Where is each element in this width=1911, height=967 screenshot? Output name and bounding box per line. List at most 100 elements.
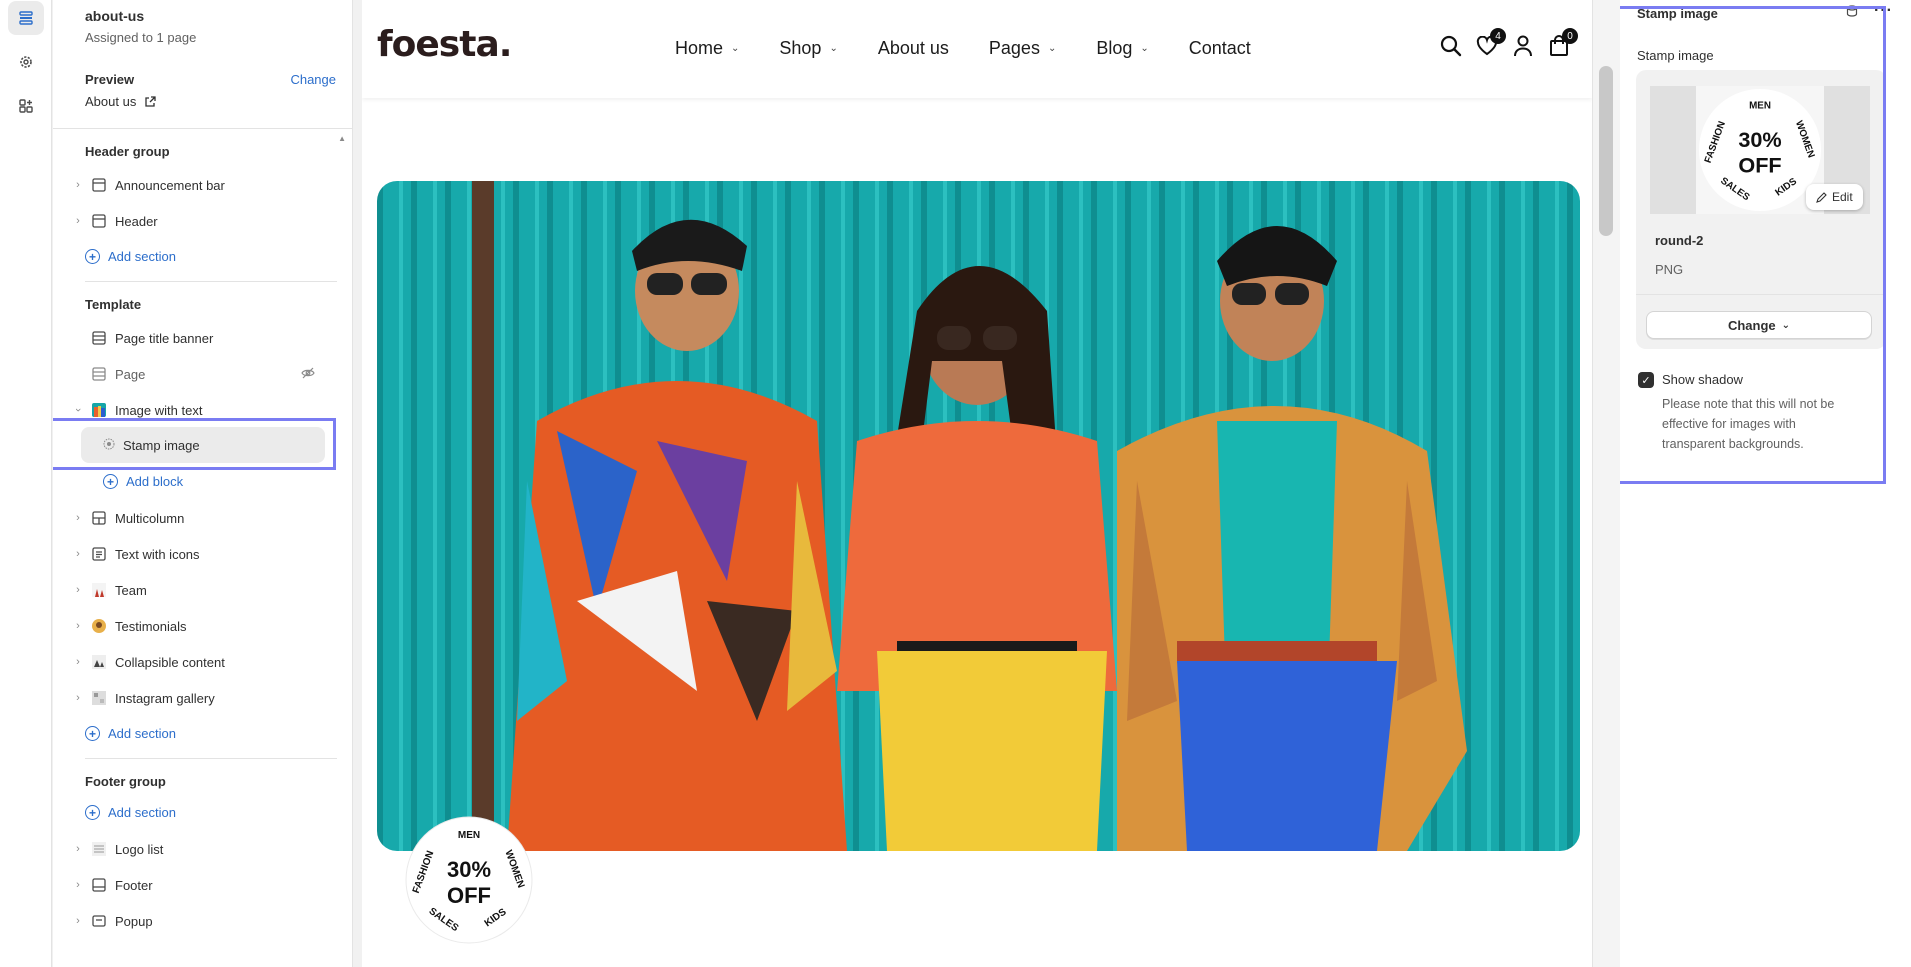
section-layout-icon xyxy=(91,366,107,382)
section-label: Multicolumn xyxy=(115,510,185,526)
sections-icon[interactable] xyxy=(8,1,44,35)
section-multicolumn[interactable]: › Multicolumn xyxy=(65,503,339,533)
preview-scrollbar[interactable] xyxy=(1592,0,1620,967)
chevron-right-icon[interactable]: › xyxy=(71,584,85,596)
external-link-icon xyxy=(145,95,156,107)
add-section-label: Add section xyxy=(108,249,176,264)
wishlist-heart-icon[interactable]: 4 xyxy=(1476,28,1506,58)
divider xyxy=(85,758,337,759)
text-block-icon xyxy=(91,546,107,562)
cart-icon[interactable]: 0 xyxy=(1548,28,1578,58)
template-name: about-us xyxy=(85,8,145,24)
section-label: Page xyxy=(115,366,146,382)
chevron-right-icon[interactable]: › xyxy=(71,548,85,560)
plus-circle-icon: + xyxy=(85,805,100,820)
apps-icon[interactable] xyxy=(8,89,44,123)
section-label: Collapsible content xyxy=(115,654,225,670)
scroll-up-icon[interactable]: ▲ xyxy=(338,134,346,143)
chevron-right-icon[interactable]: › xyxy=(71,620,85,632)
section-label: Instagram gallery xyxy=(115,690,215,706)
section-team[interactable]: › Team xyxy=(65,575,339,605)
section-logo-list[interactable]: › Logo list xyxy=(65,834,339,864)
add-section-footer-button[interactable]: + Add section xyxy=(85,805,176,820)
section-testimonials[interactable]: › Testimonials xyxy=(65,611,339,641)
scrollbar-thumb[interactable] xyxy=(1599,66,1613,236)
chevron-right-icon[interactable]: › xyxy=(71,843,85,855)
section-announcement-bar[interactable]: › Announcement bar xyxy=(65,170,339,200)
footer-group-label: Footer group xyxy=(85,774,166,789)
add-section-label: Add section xyxy=(108,726,176,741)
section-label: Popup xyxy=(115,913,153,929)
section-layout-icon xyxy=(91,177,107,193)
chevron-right-icon[interactable]: › xyxy=(71,692,85,704)
add-section-label: Add section xyxy=(108,805,176,820)
chevron-right-icon[interactable]: › xyxy=(71,656,85,668)
store-logo[interactable]: foesta. xyxy=(377,24,512,65)
nav-blog[interactable]: Blog ⌄ xyxy=(1096,38,1148,59)
selection-highlight xyxy=(53,418,336,470)
add-section-header-button[interactable]: + Add section xyxy=(85,249,176,264)
chevron-right-icon[interactable]: › xyxy=(71,915,85,927)
chevron-down-icon: ⌄ xyxy=(1047,43,1057,54)
chevron-right-icon[interactable]: › xyxy=(71,512,85,524)
stamp-percent: 30% xyxy=(447,857,491,882)
stamp-off: OFF xyxy=(447,883,491,908)
preview-label: Preview xyxy=(85,72,135,87)
section-text-with-icons[interactable]: › Text with icons xyxy=(65,539,339,569)
hero-fashion-image xyxy=(377,181,1580,851)
settings-gear-icon[interactable] xyxy=(8,45,44,79)
chevron-down-icon[interactable]: › xyxy=(72,403,84,417)
section-label: Team xyxy=(115,582,147,598)
nav-shop[interactable]: Shop ⌄ xyxy=(779,38,837,59)
image-thumbnail-icon xyxy=(91,690,107,706)
eye-hidden-icon[interactable] xyxy=(301,366,315,383)
sections-panel: about-us Assigned to 1 page Preview Chan… xyxy=(53,0,353,967)
section-layout-icon xyxy=(91,877,107,893)
template-group-label: Template xyxy=(85,297,142,312)
header-icons: 4 0 xyxy=(1440,28,1578,58)
plus-circle-icon: + xyxy=(85,249,100,264)
add-block-button[interactable]: + Add block xyxy=(103,474,183,489)
store-nav: Home ⌄ Shop ⌄ About us Pages ⌄ Blog ⌄ Contac… xyxy=(675,38,1291,59)
section-collapsible-content[interactable]: › Collapsible content xyxy=(65,647,339,677)
popup-icon xyxy=(91,913,107,929)
section-instagram-gallery[interactable]: › Instagram gallery xyxy=(65,683,339,713)
settings-highlight xyxy=(1620,6,1886,484)
chevron-right-icon[interactable]: › xyxy=(71,215,85,227)
stamp-circle-image: MEN WOMEN KIDS SALES FASHION 30% OFF xyxy=(405,816,533,944)
section-popup[interactable]: › Popup xyxy=(65,906,339,936)
account-icon[interactable] xyxy=(1512,34,1534,58)
image-thumbnail-icon xyxy=(91,582,107,598)
editor-rail xyxy=(0,0,52,967)
divider xyxy=(53,128,352,129)
nav-pages[interactable]: Pages ⌄ xyxy=(989,38,1056,59)
preview-page[interactable]: About us xyxy=(85,94,156,109)
section-label: Testimonials xyxy=(115,618,187,634)
storefront-preview: foesta. Home ⌄ Shop ⌄ About us Pages ⌄ Blog… xyxy=(362,0,1592,967)
add-section-template-button[interactable]: + Add section xyxy=(85,726,176,741)
fashion-models-photo xyxy=(377,181,1580,851)
section-label: Announcement bar xyxy=(115,177,225,193)
section-label: Text with icons xyxy=(115,546,200,562)
header-group-label: Header group xyxy=(85,144,170,159)
section-page[interactable]: Page xyxy=(65,359,339,389)
section-label: Logo list xyxy=(115,841,164,857)
section-label: Image with text xyxy=(115,402,203,418)
plus-circle-icon: + xyxy=(103,474,118,489)
section-page-title-banner[interactable]: Page title banner xyxy=(65,323,339,353)
search-icon[interactable] xyxy=(1440,34,1462,58)
section-layout-icon xyxy=(91,510,107,526)
chevron-right-icon[interactable]: › xyxy=(71,879,85,891)
image-thumbnail-icon xyxy=(91,618,107,634)
section-header[interactable]: › Header xyxy=(65,206,339,236)
block-settings-panel: Stamp image ··· Stamp image MEN WOMEN KI… xyxy=(1620,0,1911,967)
change-preview-link[interactable]: Change xyxy=(290,72,336,87)
wishlist-count-badge: 4 xyxy=(1490,28,1506,44)
nav-contact[interactable]: Contact xyxy=(1189,38,1251,59)
nav-about-us[interactable]: About us xyxy=(878,38,949,59)
section-footer[interactable]: › Footer xyxy=(65,870,339,900)
nav-home[interactable]: Home ⌄ xyxy=(675,38,739,59)
section-layout-icon xyxy=(91,213,107,229)
chevron-right-icon[interactable]: › xyxy=(71,179,85,191)
stamp-badge[interactable]: MEN WOMEN KIDS SALES FASHION 30% OFF xyxy=(404,815,534,948)
